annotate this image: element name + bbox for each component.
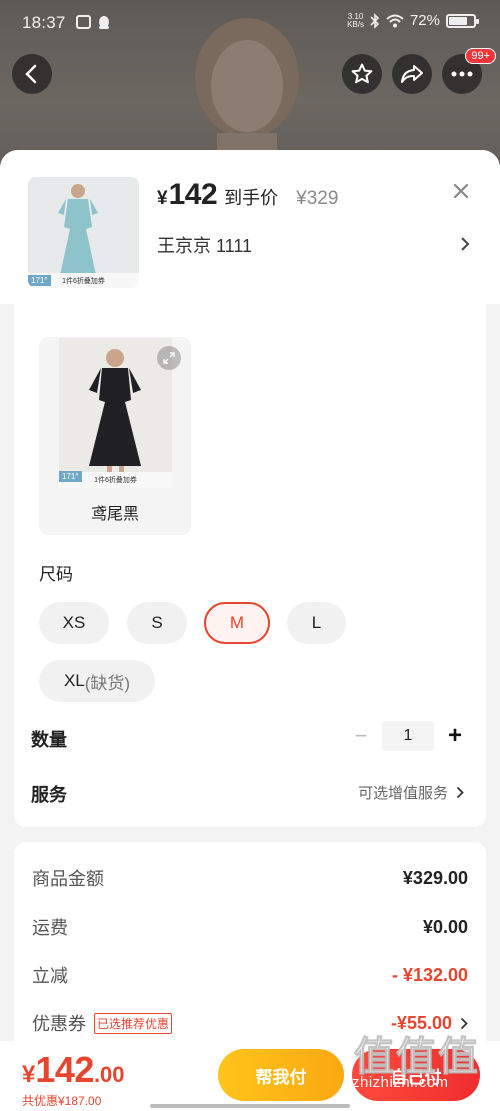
share-icon xyxy=(401,65,423,83)
star-icon xyxy=(351,63,373,84)
product-thumbnail[interactable]: 171° 1件6折叠加券 xyxy=(28,177,139,288)
swatch-image xyxy=(59,338,172,488)
quantity-input[interactable]: 1 xyxy=(382,721,434,751)
summary-row-discount: 立减 - ¥132.00 xyxy=(32,964,468,987)
back-button[interactable] xyxy=(12,54,52,94)
address-text: 王京京 1111 xyxy=(157,236,253,256)
size-option-s[interactable]: S xyxy=(127,602,187,644)
quantity-label: 数量 xyxy=(31,730,67,750)
size-option-m[interactable]: M xyxy=(204,602,270,644)
battery-percent: 72% xyxy=(409,12,440,29)
dress-image xyxy=(28,177,139,288)
quantity-stepper: − 1 + xyxy=(348,721,468,751)
out-of-stock-note: (缺货) xyxy=(84,673,131,693)
more-button[interactable]: 99+ xyxy=(442,48,496,94)
increment-button[interactable]: + xyxy=(442,722,468,749)
total-price: ¥ 142 .00 xyxy=(22,1049,125,1090)
currency-symbol: ¥ xyxy=(157,188,168,209)
bottom-action-bar: ¥ 142 .00 共优惠¥187.00 帮我付 自己付 xyxy=(0,1041,500,1111)
summary-row-shipping: 运费 ¥0.00 xyxy=(32,916,468,939)
thumb-tag: 171° xyxy=(28,275,51,286)
bluetooth-icon xyxy=(370,12,380,29)
size-option-l[interactable]: L xyxy=(287,602,346,644)
summary-row-goods: 商品金额 ¥329.00 xyxy=(32,867,468,890)
help-me-pay-button[interactable]: 帮我付 xyxy=(218,1049,344,1101)
address-row[interactable]: 王京京 1111 xyxy=(157,232,470,258)
swatch-label: 鸢尾黑 xyxy=(90,506,139,523)
sku-sheet: 171° 1件6折叠加券 ¥ 142 到手价 ¥329 王京京 1111 171… xyxy=(0,150,500,1111)
home-indicator[interactable] xyxy=(150,1104,350,1108)
options-card: 171° 1件6折叠加券 鸢尾黑 尺码 XS S M L XL (缺货) 数量 −… xyxy=(14,280,486,827)
battery-icon xyxy=(446,13,479,28)
service-link-text: 可选增值服务 xyxy=(357,785,448,802)
expand-icon[interactable] xyxy=(157,346,181,370)
size-section-label: 尺码 xyxy=(39,565,73,584)
app-notification-icon xyxy=(76,15,91,29)
original-price: ¥329 xyxy=(296,188,339,209)
more-badge: 99+ xyxy=(465,48,496,64)
pay-myself-button[interactable]: 自己付 xyxy=(352,1049,480,1101)
decrement-button[interactable]: − xyxy=(348,723,374,749)
coupon-tag: 已选推荐优惠 xyxy=(94,1012,173,1034)
chevron-right-icon xyxy=(456,786,464,799)
network-speed: 3.10 KB/s xyxy=(347,11,364,29)
final-price: 142 xyxy=(168,178,218,211)
service-link[interactable]: 可选增值服务 xyxy=(358,782,464,803)
wifi-icon xyxy=(386,14,404,27)
chevron-right-icon xyxy=(460,1017,468,1029)
service-label: 服务 xyxy=(31,785,67,805)
color-swatch-black[interactable]: 171° 1件6折叠加券 鸢尾黑 xyxy=(39,337,191,535)
more-icon xyxy=(451,71,473,77)
qq-icon xyxy=(99,16,109,29)
favorite-button[interactable] xyxy=(342,54,382,94)
sheet-header: 171° 1件6折叠加券 ¥ 142 到手价 ¥329 王京京 1111 xyxy=(0,150,500,304)
status-bar: 18:37 3.10 KB/s 72% xyxy=(0,0,500,46)
summary-row-coupon[interactable]: 优惠券 已选推荐优惠 -¥55.00 xyxy=(32,1010,468,1036)
chevron-right-icon xyxy=(461,237,470,251)
swatch-tag: 171° xyxy=(59,471,82,482)
back-icon xyxy=(25,64,37,84)
price-row: ¥ 142 到手价 ¥329 xyxy=(157,178,338,212)
share-button[interactable] xyxy=(392,54,432,94)
size-option-xs[interactable]: XS xyxy=(39,602,109,644)
close-icon[interactable] xyxy=(450,180,472,202)
total-saving: 共优惠¥187.00 xyxy=(22,1094,102,1108)
size-option-xl[interactable]: XL (缺货) xyxy=(39,660,155,702)
final-price-label: 到手价 xyxy=(224,188,279,208)
status-time: 18:37 xyxy=(22,13,66,32)
